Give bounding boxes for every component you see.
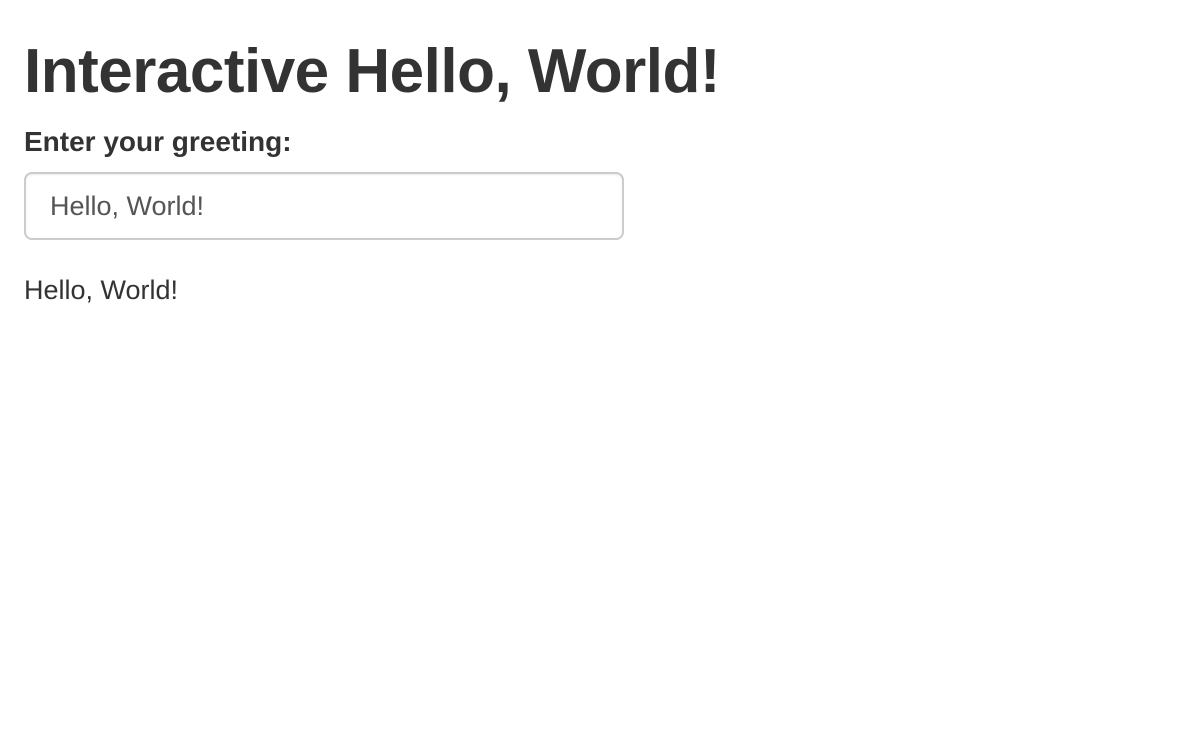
page-title: Interactive Hello, World!	[24, 37, 721, 106]
greeting-input[interactable]	[24, 172, 624, 240]
page-container: Interactive Hello, World! Enter your gre…	[0, 0, 1178, 748]
greeting-output: Hello, World!	[24, 275, 179, 305]
greeting-label: Enter your greeting:	[24, 126, 292, 157]
